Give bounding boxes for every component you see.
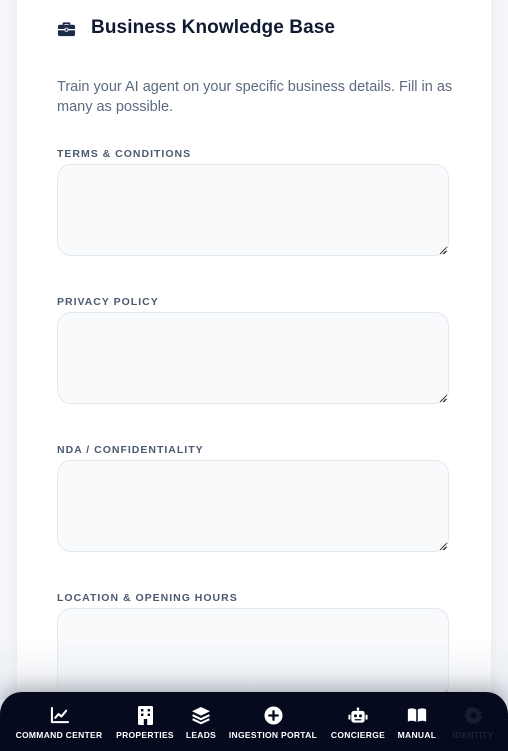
chart-line-icon bbox=[49, 705, 69, 725]
location-hours-label: Location & Opening Hours bbox=[57, 592, 238, 604]
nav-item-ingestion-portal[interactable]: Ingestion Portal bbox=[226, 692, 320, 751]
resize-grip-icon[interactable] bbox=[439, 395, 447, 403]
building-icon bbox=[135, 705, 155, 725]
nav-label: Ingestion Portal bbox=[228, 730, 318, 740]
page: Business Knowledge Base Train your AI ag… bbox=[0, 0, 508, 751]
nav-label: Manual bbox=[397, 730, 437, 740]
plus-circle-icon bbox=[263, 705, 283, 725]
privacy-policy-field[interactable] bbox=[57, 312, 449, 404]
robot-icon bbox=[348, 705, 368, 725]
nav-label: Identity bbox=[452, 730, 494, 740]
section-title: Business Knowledge Base bbox=[91, 17, 336, 38]
nav-item-properties[interactable]: Properties bbox=[115, 692, 175, 751]
nav-label: Properties bbox=[116, 730, 174, 740]
scroll-fade bbox=[0, 640, 508, 700]
section-intro: Train your AI agent on your specific bus… bbox=[57, 79, 453, 115]
nda-confidentiality-field[interactable] bbox=[57, 460, 449, 552]
nav-item-command-center[interactable]: Command Center bbox=[14, 692, 104, 751]
book-icon bbox=[407, 705, 427, 725]
nav-item-manual[interactable]: Manual bbox=[395, 692, 439, 751]
terms-conditions-field[interactable] bbox=[57, 164, 449, 256]
privacy-policy-label: Privacy Policy bbox=[57, 296, 159, 308]
section-header: Business Knowledge Base bbox=[57, 17, 335, 39]
nda-confidentiality-label: NDA / Confidentiality bbox=[57, 444, 204, 456]
resize-grip-icon[interactable] bbox=[439, 247, 447, 255]
nav-label: Concierge bbox=[330, 730, 386, 740]
layers-icon bbox=[191, 705, 211, 725]
nav-item-identity[interactable]: Identity bbox=[448, 692, 498, 751]
briefcase-icon bbox=[57, 19, 76, 38]
resize-grip-icon[interactable] bbox=[439, 543, 447, 551]
nav-item-leads[interactable]: Leads bbox=[183, 692, 219, 751]
terms-conditions-label: Terms & Conditions bbox=[57, 148, 192, 160]
nav-label: Leads bbox=[185, 730, 217, 740]
bottom-nav: Command Center Properties bbox=[0, 692, 508, 751]
nav-item-concierge[interactable]: Concierge bbox=[328, 692, 388, 751]
nav-label: Command Center bbox=[15, 730, 103, 740]
gear-icon bbox=[463, 705, 483, 725]
